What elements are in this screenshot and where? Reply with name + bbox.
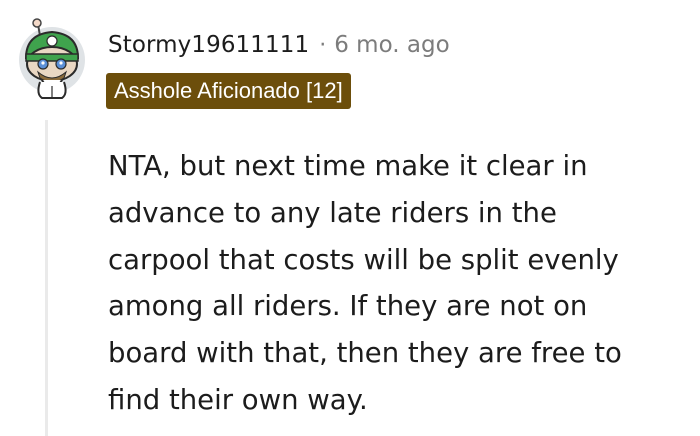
meta-separator: · bbox=[319, 32, 327, 58]
comment-body: NTA, but next time make it clear in adva… bbox=[108, 143, 693, 424]
user-flair-badge: Asshole Aficionado [12] bbox=[106, 73, 351, 109]
comment-body-line: find their own way. bbox=[108, 383, 368, 416]
comment-body-line: among all riders. If they are not on bbox=[108, 290, 588, 323]
comment-body-line: board with that, then they are free to bbox=[108, 337, 622, 370]
comment-body-line: NTA, but next time make it clear in bbox=[108, 150, 588, 182]
username-link[interactable]: Stormy19611111 bbox=[108, 32, 309, 58]
user-avatar[interactable] bbox=[16, 14, 88, 102]
comment-meta: Stormy19611111 · 6 mo. ago bbox=[108, 30, 450, 60]
comment-body-line: advance to any late riders in the bbox=[108, 196, 557, 229]
comment-timestamp[interactable]: 6 mo. ago bbox=[334, 32, 449, 58]
comment: Stormy19611111 · 6 mo. ago Asshole Afici… bbox=[0, 0, 700, 436]
comment-body-line: carpool that costs will be split evenly bbox=[108, 243, 619, 276]
snoo-avatar-icon bbox=[19, 18, 85, 99]
thread-collapse-line[interactable] bbox=[45, 120, 48, 436]
